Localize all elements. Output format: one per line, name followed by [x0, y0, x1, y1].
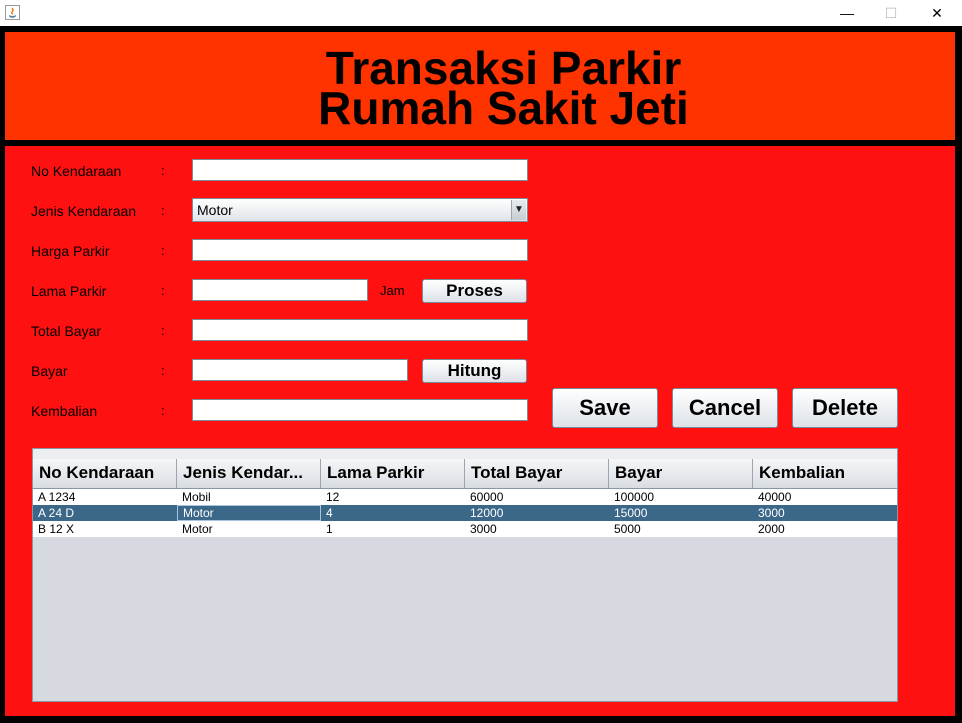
table-cell[interactable]: B 12 X [33, 521, 177, 537]
table-cell[interactable]: 2000 [753, 521, 897, 537]
page-title-line2: Rumah Sakit Jeti [318, 82, 689, 134]
lama-parkir-input[interactable] [192, 279, 368, 301]
table-cell[interactable]: 3000 [753, 505, 897, 521]
form-panel: No Kendaraan : Jenis Kendaraan : Motor ▼… [5, 146, 955, 716]
column-header-bayar[interactable]: Bayar [609, 459, 753, 488]
cancel-button[interactable]: Cancel [672, 388, 778, 428]
jenis-kendaraan-value: Motor [197, 202, 233, 218]
label-no-kendaraan: No Kendaraan [31, 163, 122, 179]
table-cell[interactable]: 5000 [609, 521, 753, 537]
table-body: A 1234 Mobil 12 60000 100000 40000 A 24 … [33, 489, 897, 537]
label-bayar: Bayar [31, 363, 68, 379]
proses-button[interactable]: Proses [422, 279, 527, 303]
table-row[interactable]: B 12 X Motor 1 3000 5000 2000 [33, 521, 897, 537]
table-cell[interactable]: A 24 D [33, 505, 177, 521]
transaction-table[interactable]: No Kendaraan Jenis Kendar... Lama Parkir… [32, 448, 898, 702]
colon: : [161, 283, 165, 298]
table-cell[interactable]: Motor [177, 521, 321, 537]
label-jenis-kendaraan: Jenis Kendaraan [31, 203, 137, 219]
hitung-button[interactable]: Hitung [422, 359, 527, 383]
java-app-icon [5, 5, 20, 20]
delete-button[interactable]: Delete [792, 388, 898, 428]
column-header-lama-parkir[interactable]: Lama Parkir [321, 459, 465, 488]
colon: : [161, 323, 165, 338]
table-cell[interactable]: 3000 [465, 521, 609, 537]
total-bayar-input[interactable] [192, 319, 528, 341]
table-cell[interactable]: 12 [321, 489, 465, 505]
label-lama-parkir: Lama Parkir [31, 283, 107, 299]
table-cell[interactable]: 1 [321, 521, 465, 537]
jenis-kendaraan-dropdown[interactable]: Motor ▼ [192, 198, 528, 222]
maximize-button[interactable]: ☐ [868, 0, 914, 26]
column-header-jenis-kendaraan[interactable]: Jenis Kendar... [177, 459, 321, 488]
colon: : [161, 163, 165, 178]
colon: : [161, 403, 165, 418]
no-kendaraan-input[interactable] [192, 159, 528, 181]
minimize-button[interactable]: — [824, 0, 870, 26]
label-kembalian: Kembalian [31, 403, 98, 419]
table-cell[interactable]: 15000 [609, 505, 753, 521]
label-total-bayar: Total Bayar [31, 323, 102, 339]
table-cell-focused[interactable]: Motor [177, 505, 321, 521]
column-header-no-kendaraan[interactable]: No Kendaraan [33, 459, 177, 488]
close-button[interactable]: ✕ [914, 0, 960, 26]
table-top-border [33, 449, 897, 459]
column-header-kembalian[interactable]: Kembalian [753, 459, 897, 488]
label-harga-parkir: Harga Parkir [31, 243, 110, 259]
header-panel: Transaksi Parkir Rumah Sakit Jeti [5, 32, 955, 140]
harga-parkir-input[interactable] [192, 239, 528, 261]
table-cell[interactable]: 40000 [753, 489, 897, 505]
table-cell[interactable]: 100000 [609, 489, 753, 505]
table-row-selected[interactable]: A 24 D Motor 4 12000 15000 3000 [33, 505, 897, 521]
table-cell[interactable]: A 1234 [33, 489, 177, 505]
save-button[interactable]: Save [552, 388, 658, 428]
table-cell[interactable]: Mobil [177, 489, 321, 505]
window-titlebar: — ☐ ✕ [0, 0, 962, 26]
colon: : [161, 363, 165, 378]
table-row[interactable]: A 1234 Mobil 12 60000 100000 40000 [33, 489, 897, 505]
bayar-input[interactable] [192, 359, 408, 381]
table-cell[interactable]: 12000 [465, 505, 609, 521]
column-header-total-bayar[interactable]: Total Bayar [465, 459, 609, 488]
table-cell[interactable]: 60000 [465, 489, 609, 505]
jam-label: Jam [380, 283, 405, 298]
kembalian-input[interactable] [192, 399, 528, 421]
colon: : [161, 243, 165, 258]
table-cell[interactable]: 4 [321, 505, 465, 521]
table-header: No Kendaraan Jenis Kendar... Lama Parkir… [33, 459, 897, 489]
dropdown-arrow-icon[interactable]: ▼ [511, 200, 526, 220]
colon: : [161, 203, 165, 218]
